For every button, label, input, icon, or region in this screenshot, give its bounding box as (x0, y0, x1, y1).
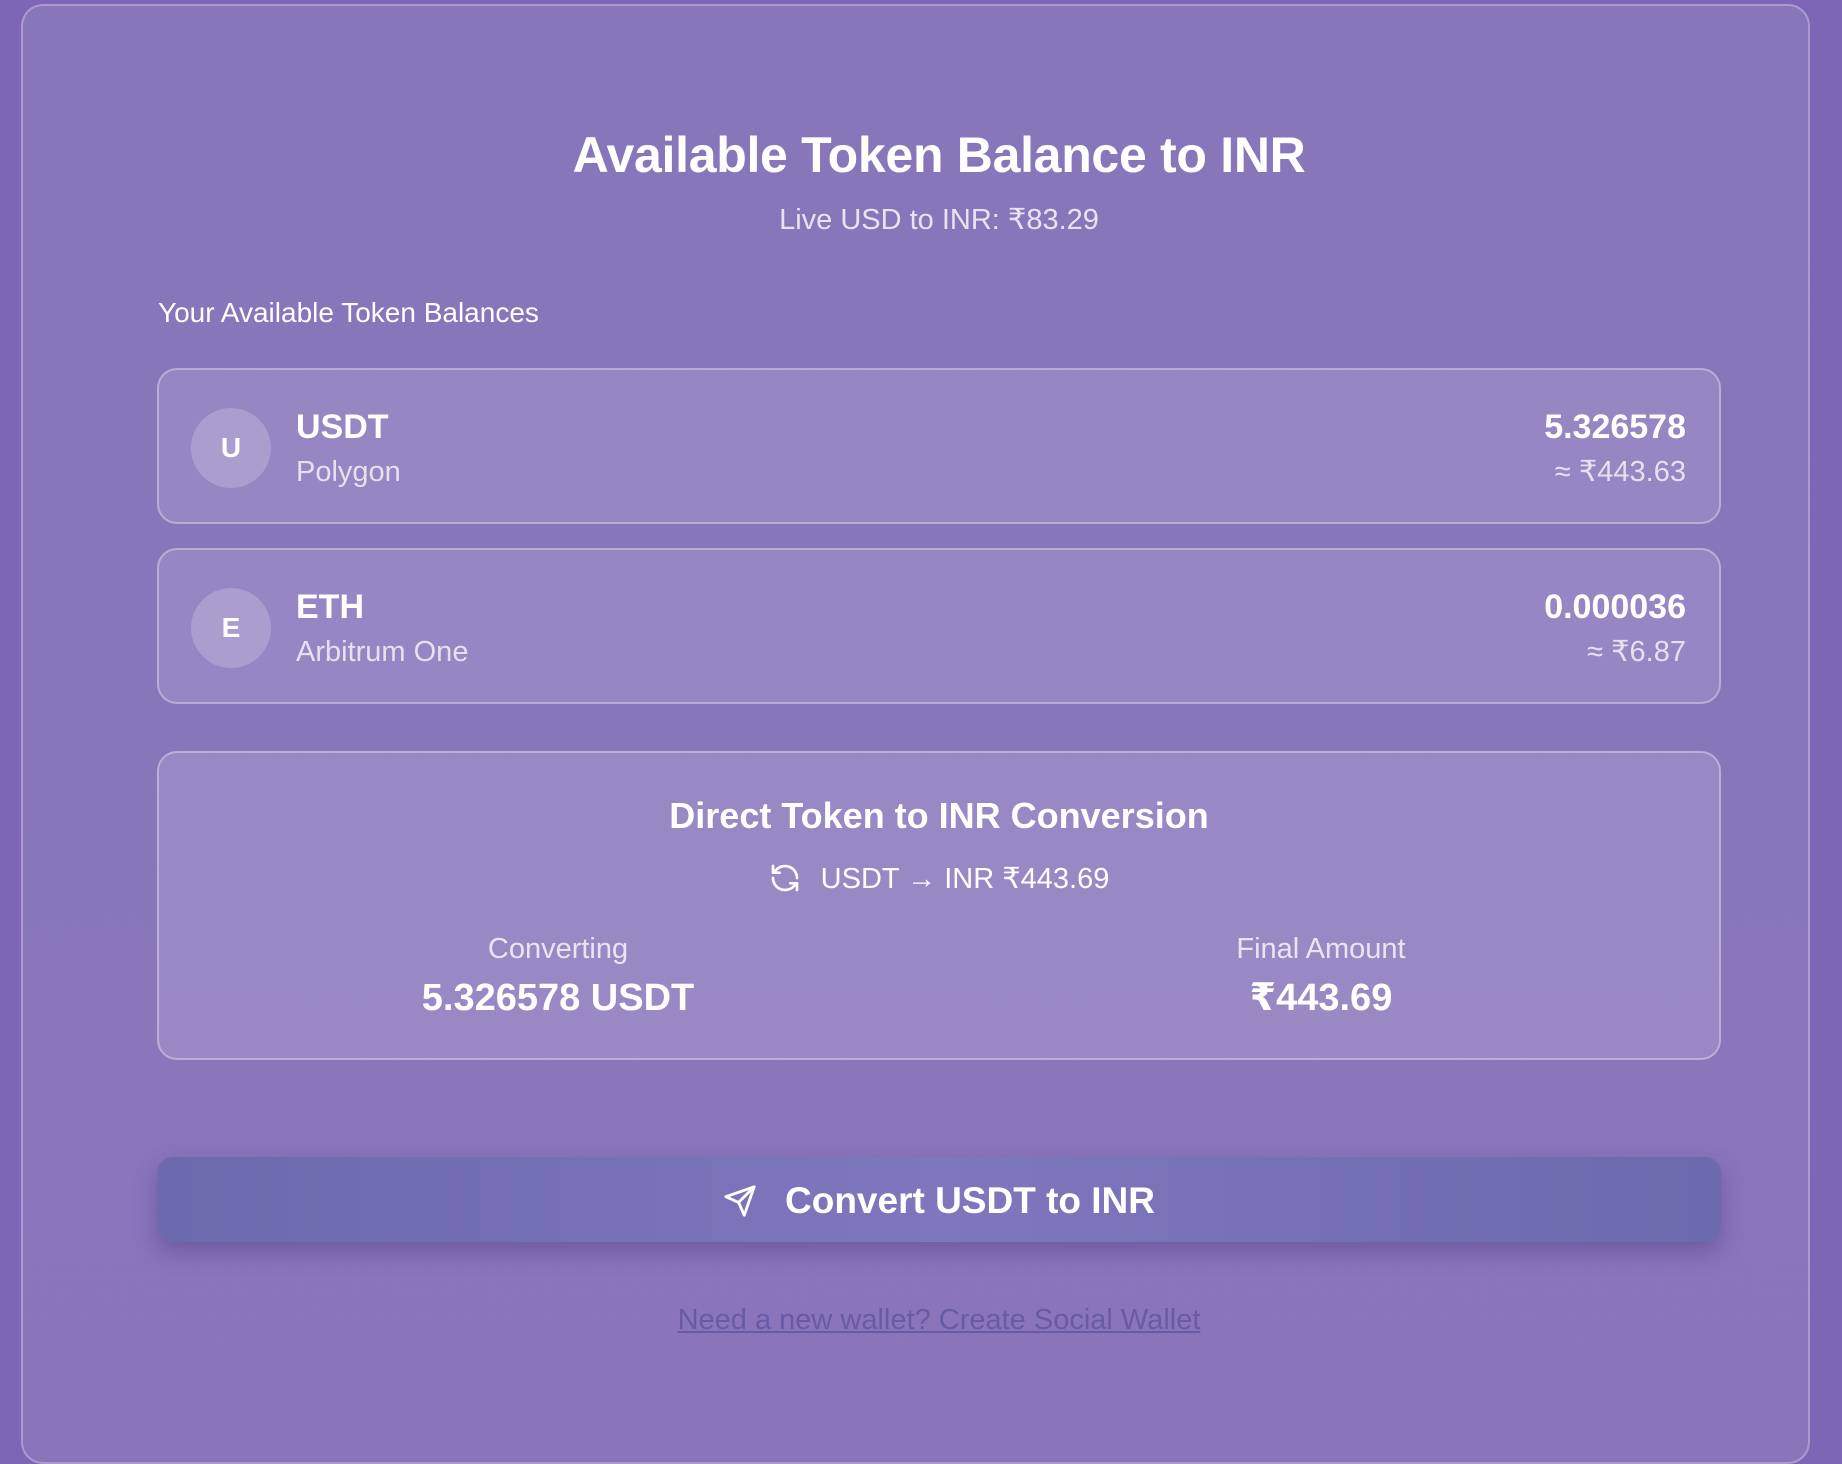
token-amount: 5.326578 (1544, 408, 1686, 446)
live-rate-text: Live USD to INR: ₹83.29 (779, 204, 1099, 236)
token-network: Polygon (296, 456, 401, 488)
token-avatar: U (191, 408, 271, 488)
converting-label: Converting (487, 933, 629, 965)
page-title: Available Token Balance to INR (572, 127, 1306, 183)
final-amount-label: Final Amount (1236, 933, 1406, 965)
token-symbol: ETH (296, 588, 364, 626)
token-inr-value: ≈ ₹443.63 (1554, 456, 1686, 488)
conversion-summary-card: Direct Token to INR Conversion USDT → IN… (157, 751, 1721, 1060)
conversion-panel: Available Token Balance to INR Live USD … (21, 4, 1810, 1464)
token-card-usdt[interactable]: U USDT Polygon 5.326578 ≈ ₹443.63 (157, 368, 1721, 524)
conversion-route-text: USDT → INR ₹443.69 (820, 863, 1110, 895)
send-icon (724, 1185, 756, 1217)
convert-button-label: Convert USDT to INR (785, 1180, 1155, 1221)
converting-value: 5.326578 USDT (421, 977, 695, 1019)
conversion-route: USDT → INR ₹443.69 (159, 861, 1719, 897)
conversion-title: Direct Token to INR Conversion (669, 795, 1209, 836)
token-amount: 0.000036 (1544, 588, 1686, 626)
create-social-wallet-link[interactable]: Need a new wallet? Create Social Wallet (23, 1302, 1842, 1338)
token-card-eth[interactable]: E ETH Arbitrum One 0.000036 ≈ ₹6.87 (157, 548, 1721, 704)
token-avatar: E (191, 588, 271, 668)
balances-section-label: Your Available Token Balances (158, 297, 539, 328)
refresh-icon (771, 864, 798, 892)
converting-column: Converting 5.326578 USDT (258, 931, 858, 1021)
final-amount-value: ₹443.69 (1249, 977, 1393, 1019)
token-network: Arbitrum One (296, 636, 469, 668)
token-inr-value: ≈ ₹6.87 (1587, 636, 1686, 668)
token-symbol: USDT (296, 408, 389, 446)
convert-button[interactable]: Convert USDT to INR (157, 1157, 1721, 1242)
final-amount-column: Final Amount ₹443.69 (1021, 931, 1621, 1021)
